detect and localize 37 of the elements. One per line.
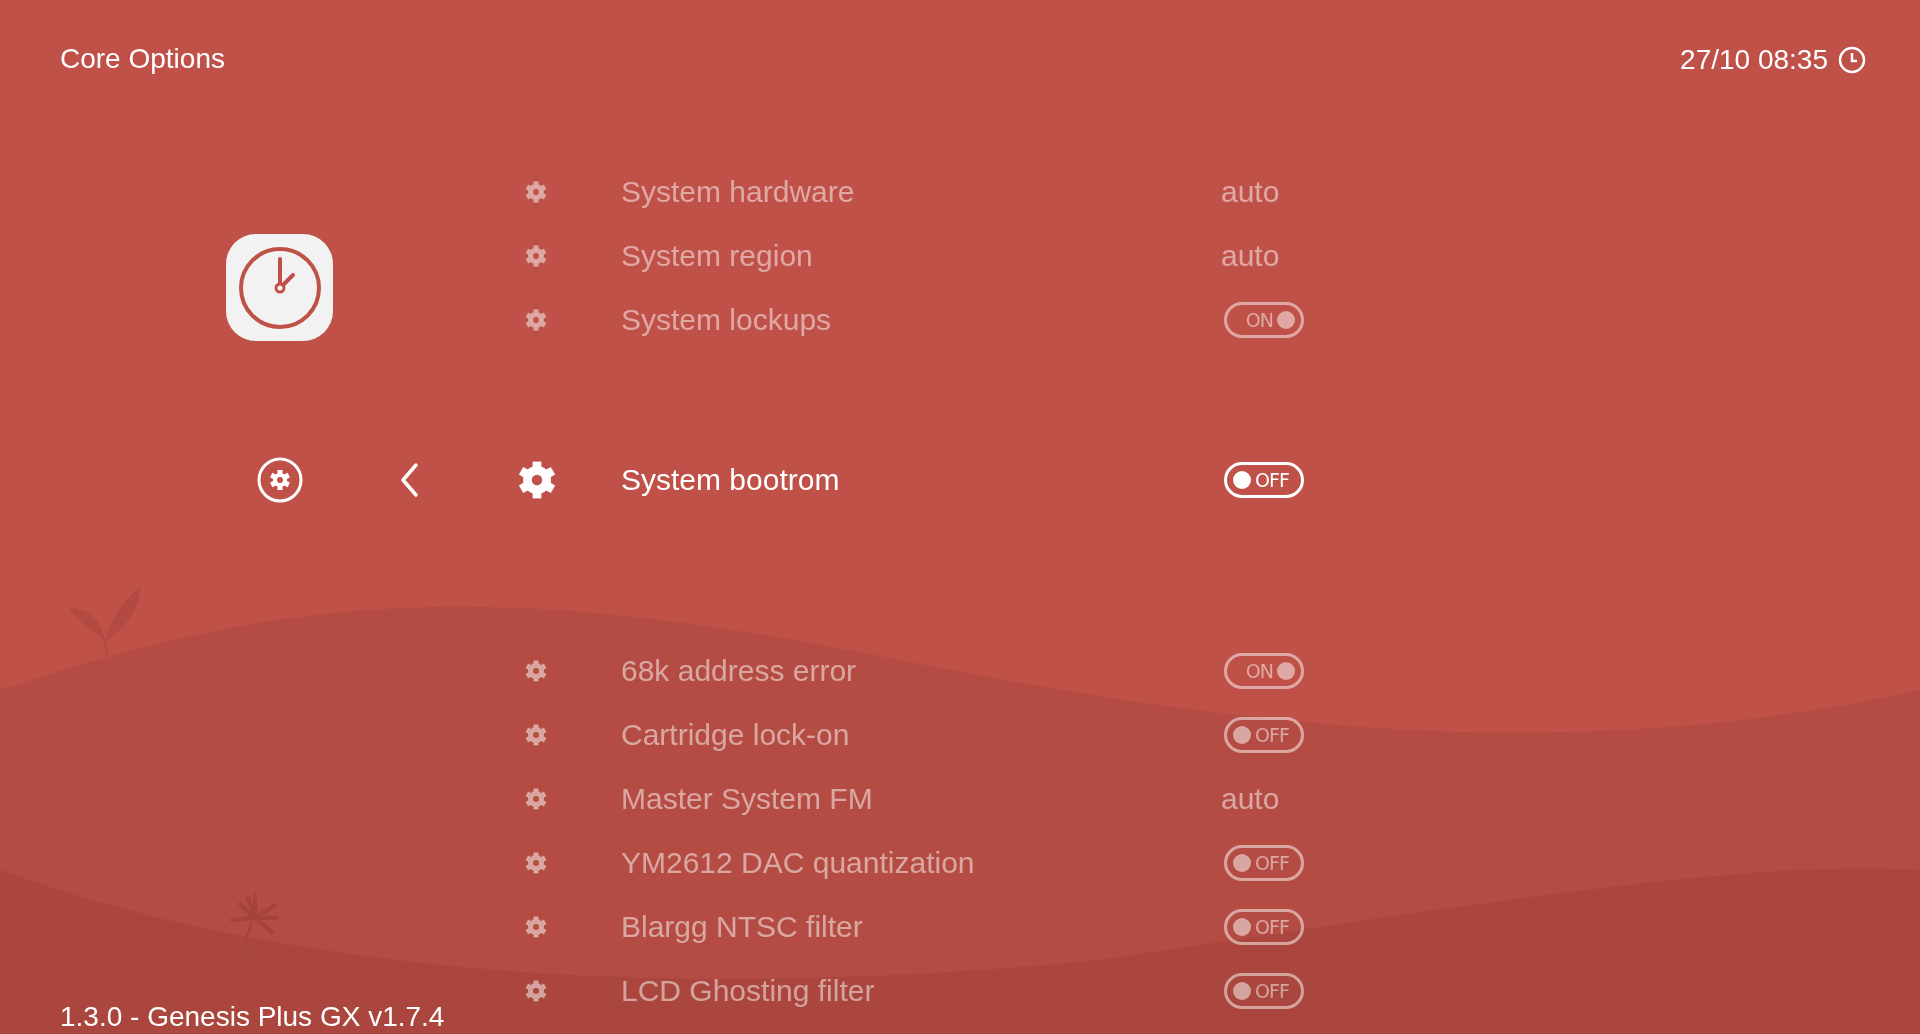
settings-icon[interactable] <box>257 457 303 503</box>
toggle-switch[interactable]: OFF <box>1224 462 1304 498</box>
option-label[interactable]: YM2612 DAC quantization <box>621 843 1221 883</box>
option-label[interactable]: System bootrom <box>621 460 1221 500</box>
option-label[interactable]: Cartridge lock-on <box>621 715 1221 755</box>
gear-icon <box>524 979 548 1003</box>
option-label[interactable]: System region <box>621 236 1221 276</box>
screen-title: Core Options <box>60 42 225 76</box>
toggle-switch[interactable]: ON <box>1224 653 1304 689</box>
option-value: auto <box>1221 174 1280 210</box>
option-label[interactable]: System lockups <box>621 300 1221 340</box>
clock-icon <box>1838 46 1866 74</box>
gear-icon <box>524 180 548 204</box>
toggle-switch[interactable]: OFF <box>1224 717 1304 753</box>
gear-icon <box>524 308 548 332</box>
gear-icon <box>524 244 548 268</box>
option-label[interactable]: LCD Ghosting filter <box>621 971 1221 1011</box>
date-time: 27/10 08:35 <box>1680 43 1828 77</box>
toggle-switch[interactable]: OFF <box>1224 909 1304 945</box>
option-label[interactable]: Blargg NTSC filter <box>621 907 1221 947</box>
clock-category-icon <box>226 234 333 341</box>
gear-icon <box>524 915 548 939</box>
toggle-switch[interactable]: OFF <box>1224 973 1304 1009</box>
option-value: auto <box>1221 238 1280 274</box>
gear-icon <box>516 459 558 501</box>
toggle-switch[interactable]: OFF <box>1224 845 1304 881</box>
option-value: auto <box>1221 781 1280 817</box>
version-label: 1.3.0 - Genesis Plus GX v1.7.4 <box>60 1000 445 1034</box>
option-label[interactable]: 68k address error <box>621 651 1221 691</box>
toggle-switch[interactable]: ON <box>1224 302 1304 338</box>
back-chevron-icon[interactable] <box>399 462 419 498</box>
gear-icon <box>524 851 548 875</box>
gear-icon <box>524 659 548 683</box>
gear-icon <box>524 787 548 811</box>
option-label[interactable]: Master System FM <box>621 779 1221 819</box>
option-label[interactable]: System hardware <box>621 172 1221 212</box>
gear-icon <box>524 723 548 747</box>
